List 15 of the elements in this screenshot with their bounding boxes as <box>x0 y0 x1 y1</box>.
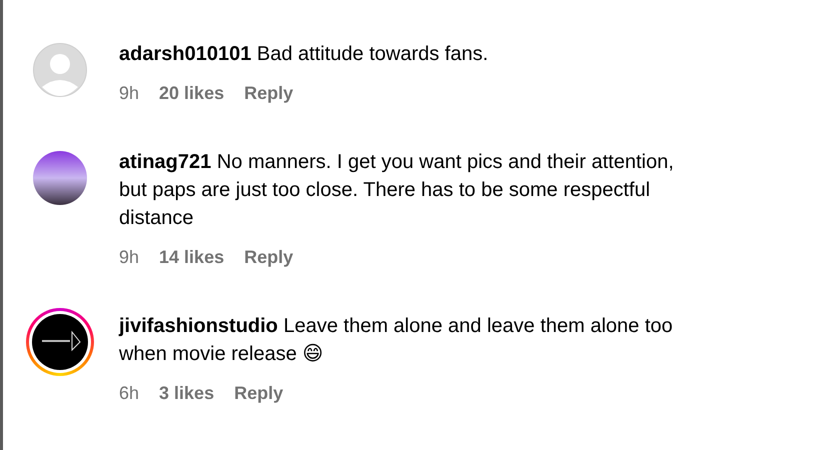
logo-avatar-icon <box>32 314 88 370</box>
comment-text: adarsh010101 Bad attitude towards fans. <box>119 42 490 67</box>
avatar-photo-placeholder <box>33 151 87 205</box>
reply-link[interactable]: Reply <box>234 382 284 404</box>
reply-link[interactable]: Reply <box>244 246 294 268</box>
comment-text: jivifashionstudio Leave them alone and leave them alone too when movie release 😄 <box>119 314 674 367</box>
comment-time: 9h <box>119 246 140 268</box>
comment-time: 6h <box>119 382 140 404</box>
comment-time: 9h <box>119 82 140 104</box>
comment-text: atinag721 No manners. I get you want pics and their attention, but paps are just too close. There has to be some respectful distance <box>119 150 675 231</box>
reply-link[interactable]: Reply <box>244 82 294 104</box>
likes-link[interactable]: 14 likes <box>159 246 224 268</box>
default-avatar-icon <box>33 43 87 97</box>
likes-link[interactable]: 3 likes <box>159 382 214 404</box>
likes-link[interactable]: 20 likes <box>159 82 224 104</box>
